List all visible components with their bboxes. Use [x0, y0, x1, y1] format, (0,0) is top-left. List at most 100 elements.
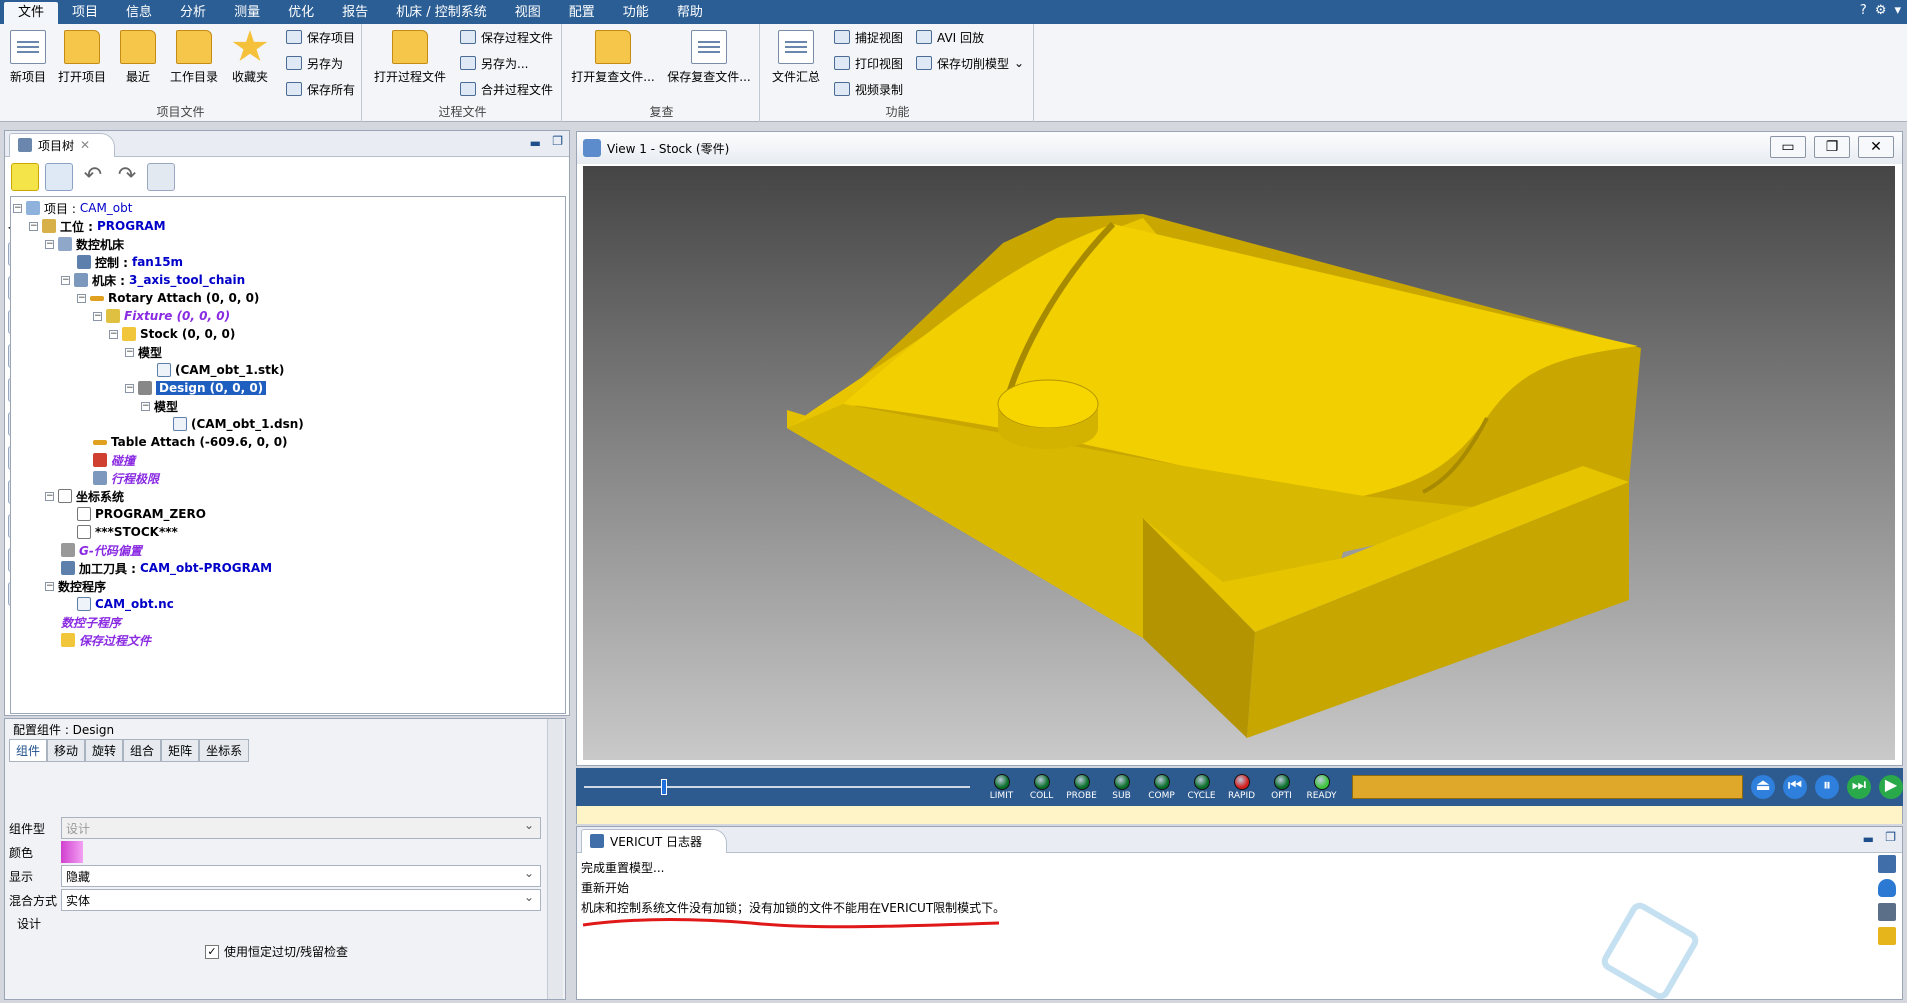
- chevron-down-icon[interactable]: ▾: [1894, 3, 1901, 18]
- redo-icon[interactable]: ↷: [113, 163, 141, 191]
- save-all-button[interactable]: 保存所有: [286, 78, 355, 100]
- slider-knob[interactable]: [661, 779, 668, 795]
- simulation-slider[interactable]: [584, 779, 970, 795]
- close-button[interactable]: ✕: [1858, 136, 1894, 158]
- save-as-button[interactable]: 另存为: [286, 52, 343, 74]
- display-select[interactable]: 隐藏: [61, 865, 541, 887]
- tree-node-machine[interactable]: − 机床 : 3_axis_tool_chain: [61, 271, 245, 289]
- recent-button[interactable]: 最近: [110, 28, 166, 85]
- tree-node-travel-limit[interactable]: 行程极限: [93, 469, 159, 487]
- help-icon[interactable]: ?: [1860, 3, 1867, 18]
- menu-config[interactable]: 配置: [555, 2, 609, 24]
- config-scrollbar[interactable]: [547, 719, 563, 999]
- tab-log[interactable]: VERICUT 日志器: [581, 828, 727, 853]
- tree-node-stock[interactable]: − Stock (0, 0, 0): [109, 325, 235, 343]
- capture-view-button[interactable]: 捕捉视图: [834, 26, 903, 48]
- open-project-button[interactable]: 打开项目: [52, 28, 112, 85]
- step-back-icon[interactable]: ⏮: [1783, 775, 1807, 799]
- menu-machine-control[interactable]: 机床 / 控制系统: [382, 2, 501, 24]
- tree-node-stock-cs[interactable]: ***STOCK***: [77, 523, 178, 541]
- tree-node-program-zero[interactable]: PROGRAM_ZERO: [77, 505, 206, 523]
- tab-combine[interactable]: 组合: [123, 739, 162, 762]
- menu-measure[interactable]: 测量: [220, 2, 274, 24]
- close-icon[interactable]: ✕: [80, 138, 90, 152]
- menu-file[interactable]: 文件: [4, 2, 59, 24]
- tree-node-station[interactable]: − 工位 : PROGRAM: [29, 217, 166, 235]
- component-type-select[interactable]: 设计: [61, 817, 541, 839]
- menu-report[interactable]: 报告: [328, 2, 382, 24]
- video-record-button[interactable]: 视频录制: [834, 78, 903, 100]
- tree-node-collision[interactable]: 碰撞: [93, 451, 135, 469]
- menu-view[interactable]: 视图: [501, 2, 555, 24]
- favorites-button[interactable]: 收藏夹: [222, 28, 278, 85]
- tree-node-dsn-file[interactable]: (CAM_obt_1.dsn): [173, 415, 304, 433]
- filter-icon[interactable]: [1878, 903, 1896, 921]
- reset-icon[interactable]: ⏏: [1751, 775, 1775, 799]
- pointer-tool-icon[interactable]: [11, 163, 39, 191]
- menu-analysis[interactable]: 分析: [166, 2, 220, 24]
- color-swatch[interactable]: [61, 841, 83, 863]
- tab-coordsys[interactable]: 坐标系: [199, 739, 250, 762]
- log-settings-icon[interactable]: [1878, 855, 1896, 873]
- tree-node-fixture[interactable]: − Fixture (0, 0, 0): [93, 307, 230, 325]
- tree-node-save-process[interactable]: 保存过程文件: [61, 631, 151, 649]
- tree-node-model[interactable]: − 模型: [125, 343, 162, 361]
- clear-icon[interactable]: [1878, 927, 1896, 945]
- tree-node-coord-system[interactable]: − 坐标系统: [45, 487, 124, 505]
- minimize-icon[interactable]: ▬: [530, 136, 541, 150]
- pause-icon[interactable]: ⏸: [1815, 775, 1839, 799]
- blend-select[interactable]: 实体: [61, 889, 541, 911]
- menu-help[interactable]: 帮助: [663, 2, 717, 24]
- chevron-down-icon[interactable]: ⌄: [1014, 56, 1024, 70]
- tree-node-tooling[interactable]: 加工刀具 : CAM_obt-PROGRAM: [61, 559, 272, 577]
- open-process-button[interactable]: 打开过程文件: [370, 28, 450, 85]
- minimize-icon[interactable]: ▬: [1863, 832, 1874, 846]
- tree-node-subprogram[interactable]: 数控子程序: [61, 613, 121, 631]
- save-process-button[interactable]: 保存过程文件: [460, 26, 553, 48]
- tree-node-rotary[interactable]: − Rotary Attach (0, 0, 0): [77, 289, 259, 307]
- menu-project[interactable]: 项目: [58, 2, 112, 24]
- avi-playback-button[interactable]: AVI 回放: [916, 26, 984, 48]
- save-cut-model-button[interactable]: 保存切削模型 ⌄: [916, 52, 1024, 74]
- tree-node-nc-program[interactable]: − 数控程序: [45, 577, 106, 595]
- save-project-button[interactable]: 保存项目: [286, 26, 355, 48]
- maximize-icon[interactable]: ❐: [552, 134, 563, 148]
- copy-icon[interactable]: [147, 163, 175, 191]
- new-project-button[interactable]: 新项目: [0, 28, 56, 85]
- tab-move[interactable]: 移动: [47, 739, 86, 762]
- process-save-as-button[interactable]: 另存为...: [460, 52, 528, 74]
- play-icon[interactable]: ▶: [1879, 775, 1903, 799]
- 3d-viewport[interactable]: [583, 166, 1895, 760]
- tree-node-project[interactable]: − 项目 : CAM_obt: [13, 199, 132, 217]
- constant-gouge-option[interactable]: ✓ 使用恒定过切/残留检查: [205, 943, 348, 960]
- constant-gouge-checkbox[interactable]: ✓: [205, 944, 219, 959]
- properties-icon[interactable]: [45, 163, 73, 191]
- tree-node-nc-file[interactable]: CAM_obt.nc: [77, 595, 174, 613]
- tree-node-control[interactable]: 控制 : fan15m: [77, 253, 183, 271]
- minimize-button[interactable]: ▭: [1770, 136, 1806, 158]
- restore-button[interactable]: ❐: [1814, 136, 1850, 158]
- tree-node-model[interactable]: − 模型: [141, 397, 178, 415]
- print-view-button[interactable]: 打印视图: [834, 52, 903, 74]
- save-review-button[interactable]: 保存复查文件...: [664, 28, 754, 85]
- shield-icon[interactable]: [1878, 879, 1896, 897]
- workdir-button[interactable]: 工作目录: [164, 28, 224, 85]
- tree-node-design[interactable]: − Design (0, 0, 0): [125, 379, 267, 397]
- tab-rotate[interactable]: 旋转: [85, 739, 124, 762]
- open-review-button[interactable]: 打开复查文件...: [568, 28, 658, 85]
- menu-function[interactable]: 功能: [609, 2, 663, 24]
- tree-node-gcode-offset[interactable]: G-代码偏置: [61, 541, 142, 559]
- tab-component[interactable]: 组件: [9, 739, 48, 762]
- menu-info[interactable]: 信息: [112, 2, 166, 24]
- tree-node-nc-machine[interactable]: − 数控机床: [45, 235, 124, 253]
- gear-icon[interactable]: ⚙: [1875, 3, 1887, 18]
- tree-node-table-attach[interactable]: Table Attach (-609.6, 0, 0): [93, 433, 288, 451]
- tree-node-stk-file[interactable]: (CAM_obt_1.stk): [157, 361, 284, 379]
- file-summary-button[interactable]: 文件汇总: [766, 28, 826, 85]
- merge-process-button[interactable]: 合并过程文件: [460, 78, 553, 100]
- tab-matrix[interactable]: 矩阵: [161, 739, 200, 762]
- menu-optimize[interactable]: 优化: [274, 2, 328, 24]
- undo-icon[interactable]: ↶: [79, 163, 107, 191]
- step-icon[interactable]: ⏭: [1847, 775, 1871, 799]
- tab-project-tree[interactable]: 项目树 ✕: [9, 132, 116, 157]
